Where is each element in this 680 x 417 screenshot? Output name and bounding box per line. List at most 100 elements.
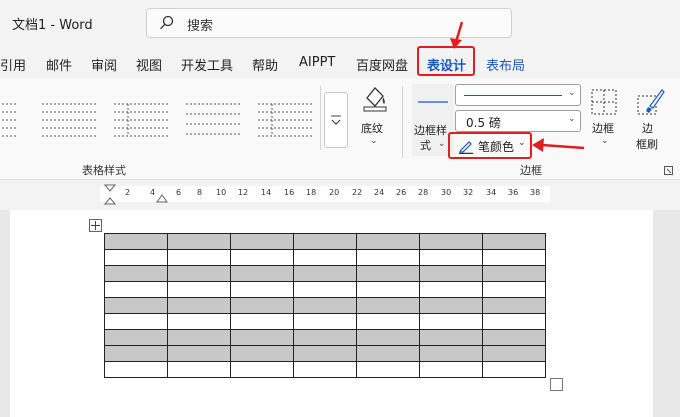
table-cell[interactable] bbox=[293, 345, 357, 362]
table-cell[interactable] bbox=[293, 265, 357, 282]
table-cell[interactable] bbox=[293, 329, 357, 346]
gallery-more-button[interactable] bbox=[324, 92, 348, 148]
tab-baidu-netdisk[interactable]: 百度网盘 bbox=[356, 55, 408, 74]
tab-developer[interactable]: 开发工具 bbox=[181, 55, 233, 74]
table-cell[interactable] bbox=[356, 249, 420, 266]
table-cell[interactable] bbox=[419, 345, 483, 362]
line-style-preview bbox=[464, 95, 562, 96]
table-cell[interactable] bbox=[293, 361, 357, 378]
table-cell[interactable] bbox=[482, 361, 546, 378]
table-cell[interactable] bbox=[419, 265, 483, 282]
tab-review[interactable]: 审阅 bbox=[91, 55, 117, 74]
table-row bbox=[104, 345, 546, 362]
table-cell[interactable] bbox=[482, 233, 546, 250]
table-cell[interactable] bbox=[482, 265, 546, 282]
table-cell[interactable] bbox=[293, 249, 357, 266]
tab-aippt[interactable]: AIPPT bbox=[299, 55, 335, 70]
tab-mailings[interactable]: 邮件 bbox=[46, 55, 72, 74]
table-cell[interactable] bbox=[293, 297, 357, 314]
table-cell[interactable] bbox=[419, 329, 483, 346]
border-painter-label-2: 框刷 bbox=[636, 138, 658, 151]
highlight-pen-color bbox=[448, 132, 532, 159]
tab-view[interactable]: 视图 bbox=[136, 55, 162, 74]
table-cell[interactable] bbox=[482, 329, 546, 346]
ruler-number: 38 bbox=[530, 188, 541, 197]
table-cell[interactable] bbox=[419, 233, 483, 250]
table-cell[interactable] bbox=[104, 281, 168, 298]
table-cell[interactable] bbox=[356, 345, 420, 362]
table-cell[interactable] bbox=[167, 233, 231, 250]
border-styles-chevron-icon: ⌄ bbox=[438, 139, 446, 149]
table-style-2[interactable] bbox=[42, 100, 98, 142]
table-cell[interactable] bbox=[167, 345, 231, 362]
table-cell[interactable] bbox=[482, 345, 546, 362]
table-cell[interactable] bbox=[293, 313, 357, 330]
indent-marker-icon[interactable] bbox=[104, 184, 116, 206]
table-cell[interactable] bbox=[104, 297, 168, 314]
table-style-5[interactable] bbox=[258, 100, 314, 142]
tab-help[interactable]: 帮助 bbox=[252, 55, 278, 74]
table-move-handle-icon[interactable] bbox=[89, 219, 102, 232]
shading-button[interactable]: 底纹 ⌄ bbox=[354, 84, 394, 154]
table-cell[interactable] bbox=[419, 313, 483, 330]
table-cell[interactable] bbox=[104, 233, 168, 250]
table-cell[interactable] bbox=[293, 281, 357, 298]
ruler-number: 24 bbox=[374, 188, 385, 197]
table-cell[interactable] bbox=[104, 265, 168, 282]
table-cell[interactable] bbox=[167, 249, 231, 266]
table-cell[interactable] bbox=[167, 281, 231, 298]
borders-button[interactable]: 边框 ⌄ bbox=[588, 84, 622, 154]
table-resize-handle[interactable] bbox=[550, 378, 563, 391]
table-cell[interactable] bbox=[356, 233, 420, 250]
table-cell[interactable] bbox=[230, 361, 294, 378]
table-cell[interactable] bbox=[104, 313, 168, 330]
table-cell[interactable] bbox=[167, 265, 231, 282]
table-cell[interactable] bbox=[356, 329, 420, 346]
table-cell[interactable] bbox=[230, 297, 294, 314]
table-cell[interactable] bbox=[419, 361, 483, 378]
table-cell[interactable] bbox=[293, 233, 357, 250]
table-cell[interactable] bbox=[419, 281, 483, 298]
table-cell[interactable] bbox=[167, 329, 231, 346]
table-cell[interactable] bbox=[104, 345, 168, 362]
table-cell[interactable] bbox=[230, 345, 294, 362]
table-cell[interactable] bbox=[167, 313, 231, 330]
line-style-dropdown[interactable]: ⌄ bbox=[455, 84, 581, 106]
table-cell[interactable] bbox=[482, 297, 546, 314]
table-cell[interactable] bbox=[104, 249, 168, 266]
table-cell[interactable] bbox=[482, 281, 546, 298]
dialog-launcher-icon[interactable] bbox=[664, 166, 673, 175]
table-cell[interactable] bbox=[419, 297, 483, 314]
column-marker-icon[interactable] bbox=[156, 194, 168, 204]
search-placeholder: 搜索 bbox=[187, 19, 214, 34]
line-weight-dropdown[interactable]: 0.5 磅 ⌄ bbox=[455, 110, 581, 132]
table-row bbox=[104, 265, 546, 282]
table-cell[interactable] bbox=[482, 249, 546, 266]
table-cell[interactable] bbox=[230, 329, 294, 346]
table-cell[interactable] bbox=[482, 313, 546, 330]
border-painter-button[interactable]: 边 框刷 bbox=[632, 84, 668, 156]
table-cell[interactable] bbox=[104, 361, 168, 378]
table-cell[interactable] bbox=[167, 361, 231, 378]
table-style-4[interactable] bbox=[186, 100, 242, 142]
table-row bbox=[104, 313, 546, 330]
table-style-1[interactable] bbox=[0, 100, 42, 142]
table-cell[interactable] bbox=[167, 297, 231, 314]
table-cell[interactable] bbox=[356, 297, 420, 314]
table-cell[interactable] bbox=[230, 233, 294, 250]
table-cell[interactable] bbox=[230, 313, 294, 330]
table-cell[interactable] bbox=[419, 249, 483, 266]
table-cell[interactable] bbox=[230, 281, 294, 298]
table-cell[interactable] bbox=[356, 361, 420, 378]
table-cell[interactable] bbox=[104, 329, 168, 346]
table-cell[interactable] bbox=[356, 313, 420, 330]
table-cell[interactable] bbox=[230, 249, 294, 266]
table-cell[interactable] bbox=[356, 265, 420, 282]
table-cell[interactable] bbox=[230, 265, 294, 282]
table-style-3[interactable] bbox=[114, 100, 170, 142]
tab-table-layout[interactable]: 表布局 bbox=[486, 55, 525, 74]
document-table[interactable] bbox=[104, 233, 546, 378]
tab-references[interactable]: 引用 bbox=[0, 55, 26, 74]
table-cell[interactable] bbox=[356, 281, 420, 298]
red-arrow-to-tab bbox=[450, 21, 464, 49]
